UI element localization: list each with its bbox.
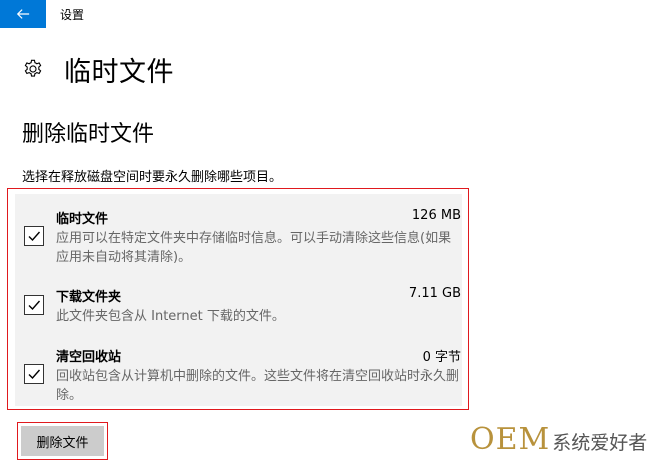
- item-name: 下载文件夹: [56, 290, 122, 305]
- item-detail: 回收站包含从计算机中删除的文件。这些文件将在清空回收站时永久删除。: [56, 369, 460, 403]
- list-item-recycle-bin[interactable]: 清空回收站 0 字节 回收站包含从计算机中删除的文件。这些文件将在清空回收站时永…: [15, 346, 462, 406]
- title-bar: 设置: [0, 0, 666, 28]
- page-title: 临时文件: [64, 57, 174, 88]
- checkmark-icon: [28, 369, 41, 380]
- item-name: 临时文件: [56, 212, 109, 227]
- item-detail: 应用可以在特定文件夹中存储临时信息。可以手动清除这些信息(如果应用未自动将其清除…: [56, 231, 452, 265]
- checkmark-icon: [28, 300, 41, 311]
- gear-icon: [24, 59, 42, 77]
- item-name: 清空回收站: [56, 350, 122, 365]
- downloads-checkbox[interactable]: [24, 295, 44, 315]
- window-title: 设置: [60, 8, 85, 22]
- items-highlight-box: 临时文件 126 MB 应用可以在特定文件夹中存储临时信息。可以手动清除这些信息…: [7, 188, 469, 410]
- list-item-temp-files[interactable]: 临时文件 126 MB 应用可以在特定文件夹中存储临时信息。可以手动清除这些信息…: [15, 208, 462, 268]
- list-item-downloads[interactable]: 下载文件夹 7.11 GB 此文件夹包含从 Internet 下载的文件。: [15, 286, 462, 326]
- item-size: 0 字节: [422, 350, 461, 365]
- watermark-text: 系统爱好者: [552, 432, 648, 454]
- watermark-brand: OEM: [470, 422, 551, 457]
- temp-files-checkbox[interactable]: [24, 226, 44, 246]
- section-description: 选择在释放磁盘空间时要永久删除哪些项目。: [22, 170, 283, 185]
- item-size: 126 MB: [411, 208, 461, 223]
- arrow-left-icon: [16, 9, 30, 19]
- back-button[interactable]: [0, 0, 46, 28]
- watermark-logo: OEM 系统爱好者: [470, 422, 648, 457]
- item-detail: 此文件夹包含从 Internet 下载的文件。: [56, 309, 285, 324]
- delete-button-highlight: 删除文件: [17, 422, 108, 460]
- checkmark-icon: [28, 231, 41, 242]
- section-title: 删除临时文件: [22, 122, 155, 147]
- settings-window: 设置 临时文件 删除临时文件 选择在释放磁盘空间时要永久删除哪些项目。 临时文件…: [0, 0, 666, 468]
- recycle-bin-checkbox[interactable]: [24, 364, 44, 384]
- items-list: 临时文件 126 MB 应用可以在特定文件夹中存储临时信息。可以手动清除这些信息…: [15, 194, 462, 406]
- delete-files-button[interactable]: 删除文件: [21, 426, 104, 456]
- item-size: 7.11 GB: [408, 286, 461, 301]
